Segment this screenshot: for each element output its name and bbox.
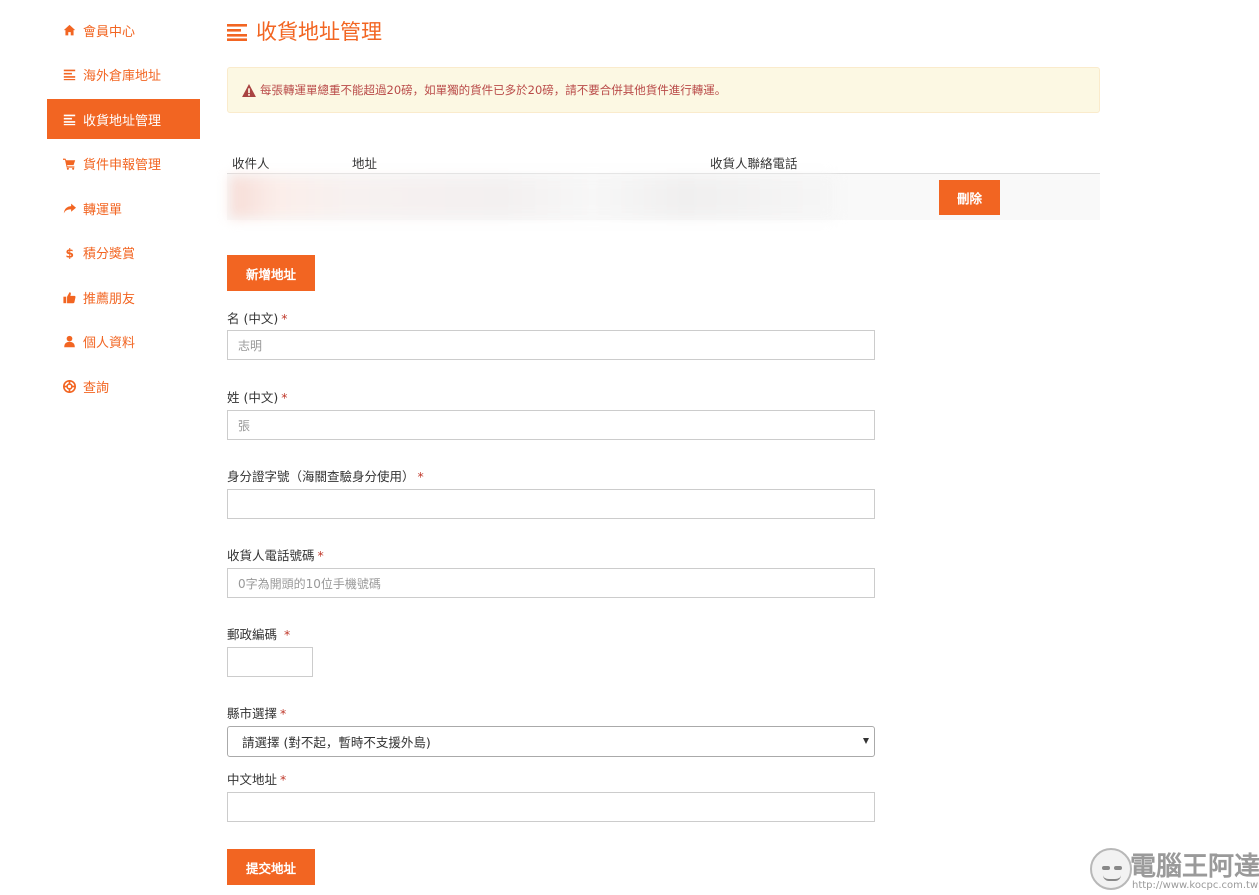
delete-button[interactable]: 刪除 <box>939 180 1000 215</box>
warning-icon <box>242 83 256 97</box>
phone-input[interactable]: 0字為開頭的10位手機號碼 <box>227 568 875 598</box>
id-number-label-text: 身分證字號（海關查驗身分使用） <box>227 469 415 484</box>
first-name-label-text: 名 (中文) <box>227 311 279 326</box>
sidebar-item-member-center[interactable]: 會員中心 <box>47 10 200 50</box>
last-name-label: 姓 (中文) * <box>227 387 287 406</box>
required-mark: * <box>280 772 287 787</box>
sidebar-item-label: 海外倉庫地址 <box>83 69 162 84</box>
first-name-placeholder: 志明 <box>238 338 263 353</box>
sidebar-item-label: 查詢 <box>83 380 110 396</box>
postal-code-input[interactable] <box>227 647 313 677</box>
table-header: 收件人 地址 收貨人聯絡電話 <box>227 146 1100 174</box>
sidebar-item-forwarding-order[interactable]: 轉運單 <box>47 188 200 228</box>
list-icon <box>227 22 248 41</box>
last-name-input[interactable]: 張 <box>227 410 875 440</box>
submit-address-button[interactable]: 提交地址 <box>227 849 315 885</box>
address-label-text: 中文地址 <box>227 772 278 787</box>
column-header-phone: 收貨人聯絡電話 <box>710 156 798 171</box>
weight-warning-alert: 每張轉運單總重不能超過20磅，如單獨的貨件已多於20磅，請不要合併其他貨件進行轉… <box>227 67 1100 113</box>
site-watermark: 電腦王阿達 http://www.kocpc.com.tw <box>1090 846 1259 895</box>
watermark-url: http://www.kocpc.com.tw <box>1132 880 1259 891</box>
required-mark: * <box>281 311 288 326</box>
share-arrow-icon <box>63 202 76 215</box>
address-label: 中文地址 * <box>227 769 286 788</box>
id-number-label: 身分證字號（海關查驗身分使用） * <box>227 466 424 485</box>
thumbs-up-icon <box>63 291 76 304</box>
home-icon <box>63 24 76 37</box>
sidebar-item-label: 貨件申報管理 <box>83 158 162 173</box>
id-number-input[interactable] <box>227 489 875 519</box>
sidebar-item-rewards[interactable]: $ 積分獎賞 <box>47 233 200 273</box>
required-mark: * <box>284 627 291 642</box>
postal-code-label-text: 郵政編碼 <box>227 627 278 642</box>
sidebar-item-inquiry[interactable]: 查詢 <box>47 366 200 406</box>
column-header-recipient: 收件人 <box>232 156 270 171</box>
sidebar-item-profile[interactable]: 個人資料 <box>47 322 200 362</box>
watermark-title: 電腦王阿達 <box>1130 852 1259 882</box>
lifebuoy-icon <box>63 379 76 393</box>
required-mark: * <box>417 469 424 484</box>
sidebar: 會員中心 海外倉庫地址 收貨地址管理 貨件申報管理 轉運單 $ 積分獎賞 推薦朋… <box>47 10 200 411</box>
phone-label: 收貨人電話號碼 * <box>227 545 324 564</box>
sidebar-item-label: 推薦朋友 <box>83 291 136 307</box>
alert-text: 每張轉運單總重不能超過20磅，如單獨的貨件已多於20磅，請不要合併其他貨件進行轉… <box>260 83 727 97</box>
add-address-button[interactable]: 新增地址 <box>227 255 315 291</box>
table-row: 刪除 <box>227 174 1100 220</box>
page-title-text: 收貨地址管理 <box>256 20 382 44</box>
last-name-label-text: 姓 (中文) <box>227 390 279 405</box>
dropdown-arrow-icon <box>863 738 869 744</box>
required-mark: * <box>281 390 288 405</box>
cart-icon <box>63 157 76 170</box>
sidebar-item-refer-friends[interactable]: 推薦朋友 <box>47 277 200 317</box>
address-input[interactable] <box>227 792 875 822</box>
list-icon <box>63 68 76 81</box>
first-name-input[interactable]: 志明 <box>227 330 875 360</box>
city-label: 縣市選擇 * <box>227 703 286 722</box>
sidebar-item-label: 個人資料 <box>83 336 136 351</box>
last-name-placeholder: 張 <box>238 418 251 433</box>
address-table: 收件人 地址 收貨人聯絡電話 刪除 <box>227 146 1100 220</box>
first-name-label: 名 (中文) * <box>227 308 287 327</box>
required-mark: * <box>317 548 324 563</box>
sidebar-item-address-management[interactable]: 收貨地址管理 <box>47 99 200 139</box>
sidebar-item-shipment-declaration[interactable]: 貨件申報管理 <box>47 144 200 184</box>
dollar-icon: $ <box>63 246 76 259</box>
phone-placeholder: 0字為開頭的10位手機號碼 <box>238 576 381 591</box>
sidebar-item-label: 轉運單 <box>83 202 123 218</box>
city-selected-value: 請選擇 (對不起，暫時不支援外島) <box>242 735 431 750</box>
phone-label-text: 收貨人電話號碼 <box>227 548 315 563</box>
city-label-text: 縣市選擇 <box>227 706 278 721</box>
sidebar-item-label: 會員中心 <box>83 24 136 40</box>
sidebar-item-label: 積分獎賞 <box>83 247 136 262</box>
user-icon <box>63 335 76 348</box>
required-mark: * <box>280 706 287 721</box>
svg-text:$: $ <box>65 246 73 259</box>
page-title: 收貨地址管理 <box>227 16 382 46</box>
column-header-address: 地址 <box>352 156 378 171</box>
mascot-logo <box>1090 848 1132 890</box>
sidebar-item-label: 收貨地址管理 <box>83 113 162 129</box>
redacted-row-content <box>230 176 835 218</box>
sidebar-item-overseas-warehouse[interactable]: 海外倉庫地址 <box>47 55 200 95</box>
city-select[interactable]: 請選擇 (對不起，暫時不支援外島) <box>227 726 875 757</box>
list-icon <box>63 113 76 126</box>
postal-code-label: 郵政編碼 * <box>227 624 290 643</box>
